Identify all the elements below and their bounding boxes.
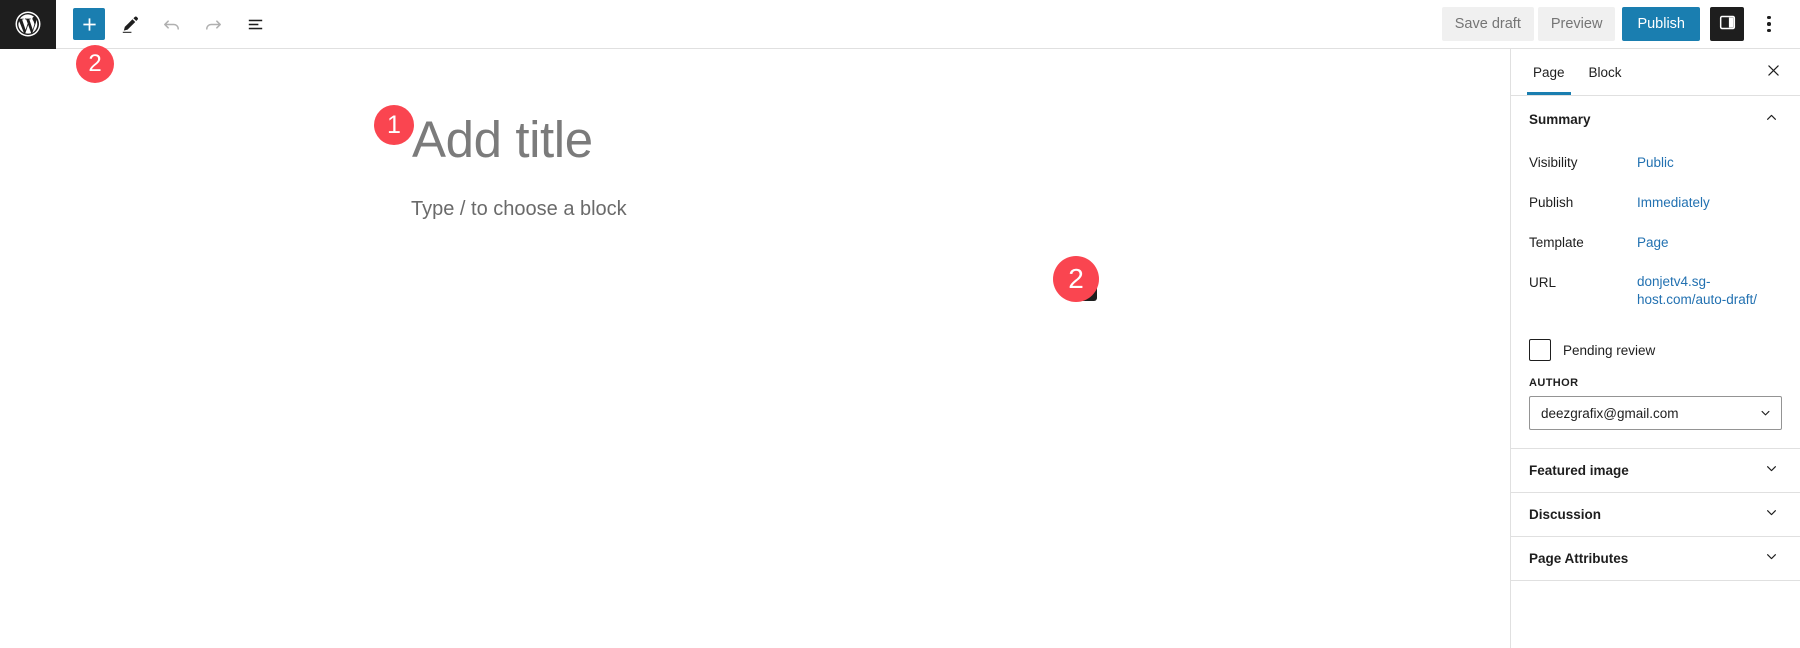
summary-section-header[interactable]: Summary [1511, 96, 1800, 143]
block-inserter-button[interactable] [73, 8, 105, 40]
plus-icon [79, 14, 100, 35]
header-right-tool-group: Save draft Preview Publish [1441, 7, 1800, 41]
tools-mode-button[interactable] [111, 6, 147, 42]
panel-page-attributes-label: Page Attributes [1529, 551, 1629, 566]
panel-page-attributes[interactable]: Page Attributes [1511, 536, 1800, 580]
inline-block-inserter-button[interactable] [1068, 272, 1097, 301]
tab-block[interactable]: Block [1577, 49, 1634, 95]
author-selected-value: deezgrafix@gmail.com [1541, 405, 1679, 421]
summary-row-url: URL donjetv4.sg-host.com/auto-draft/ [1529, 269, 1782, 309]
summary-value-url[interactable]: donjetv4.sg-host.com/auto-draft/ [1637, 273, 1765, 309]
chevron-down-icon [1758, 406, 1773, 421]
wordpress-logo-icon [13, 9, 43, 39]
summary-label-url: URL [1529, 275, 1557, 290]
panel-discussion-label: Discussion [1529, 507, 1602, 522]
chevron-up-icon [1763, 109, 1780, 131]
list-view-icon [244, 13, 267, 36]
summary-label-visibility: Visibility [1529, 155, 1578, 170]
sidebar-tab-bar: Page Block [1511, 49, 1800, 96]
summary-section-title: Summary [1529, 112, 1591, 127]
sidebar-panel-icon [1717, 12, 1738, 36]
redo-button[interactable] [195, 6, 231, 42]
undo-button[interactable] [153, 6, 189, 42]
close-sidebar-button[interactable] [1756, 55, 1790, 89]
tab-page[interactable]: Page [1521, 49, 1577, 95]
summary-value-visibility[interactable]: Public [1637, 153, 1674, 173]
panel-featured-image[interactable]: Featured image [1511, 448, 1800, 492]
preview-button[interactable]: Preview [1537, 7, 1616, 41]
more-options-button[interactable] [1752, 7, 1786, 41]
post-title-input[interactable]: Add title [412, 110, 593, 170]
default-block-appender[interactable]: Type / to choose a block [411, 195, 627, 223]
summary-label-template: Template [1529, 235, 1584, 250]
publish-button[interactable]: Publish [1622, 7, 1700, 41]
wordpress-block-editor: Save draft Preview Publish Add title Typ… [0, 0, 1800, 648]
summary-row-publish: Publish Immediately [1529, 189, 1782, 229]
sidebar-bottom-divider [1511, 580, 1800, 581]
author-caption: AUTHOR [1529, 377, 1579, 389]
close-x-icon [1765, 62, 1782, 82]
author-block: AUTHOR deezgrafix@gmail.com [1511, 367, 1800, 448]
plus-icon [1075, 277, 1091, 296]
wordpress-logo-button[interactable] [0, 0, 56, 49]
pending-review-label: Pending review [1563, 342, 1656, 358]
editor-canvas[interactable]: Add title Type / to choose a block [0, 49, 1510, 648]
chevron-down-icon [1763, 504, 1780, 526]
panel-discussion[interactable]: Discussion [1511, 492, 1800, 536]
summary-row-template: Template Page [1529, 229, 1782, 269]
undo-arrow-icon [160, 13, 183, 36]
chevron-down-icon [1763, 548, 1780, 570]
save-draft-button[interactable]: Save draft [1441, 7, 1534, 41]
summary-label-publish: Publish [1529, 195, 1574, 210]
list-view-button[interactable] [237, 6, 273, 42]
redo-arrow-icon [202, 13, 225, 36]
editor-header-toolbar: Save draft Preview Publish [0, 0, 1800, 49]
kebab-menu-icon [1767, 15, 1771, 33]
summary-row-visibility: Visibility Public [1529, 149, 1782, 189]
panel-featured-image-label: Featured image [1529, 463, 1629, 478]
settings-sidebar-toggle-button[interactable] [1710, 7, 1744, 41]
settings-sidebar: Page Block Summary Visibility Public Pub… [1510, 49, 1800, 648]
summary-section-body: Visibility Public Publish Immediately Te… [1511, 143, 1800, 323]
summary-value-template[interactable]: Page [1637, 233, 1669, 253]
pending-review-checkbox[interactable] [1529, 339, 1551, 361]
pending-review-row: Pending review [1511, 323, 1800, 367]
pencil-icon [118, 13, 141, 36]
header-left-tool-group [56, 6, 273, 42]
author-select[interactable]: deezgrafix@gmail.com [1529, 396, 1782, 430]
chevron-down-icon [1763, 460, 1780, 482]
summary-value-publish[interactable]: Immediately [1637, 193, 1710, 213]
